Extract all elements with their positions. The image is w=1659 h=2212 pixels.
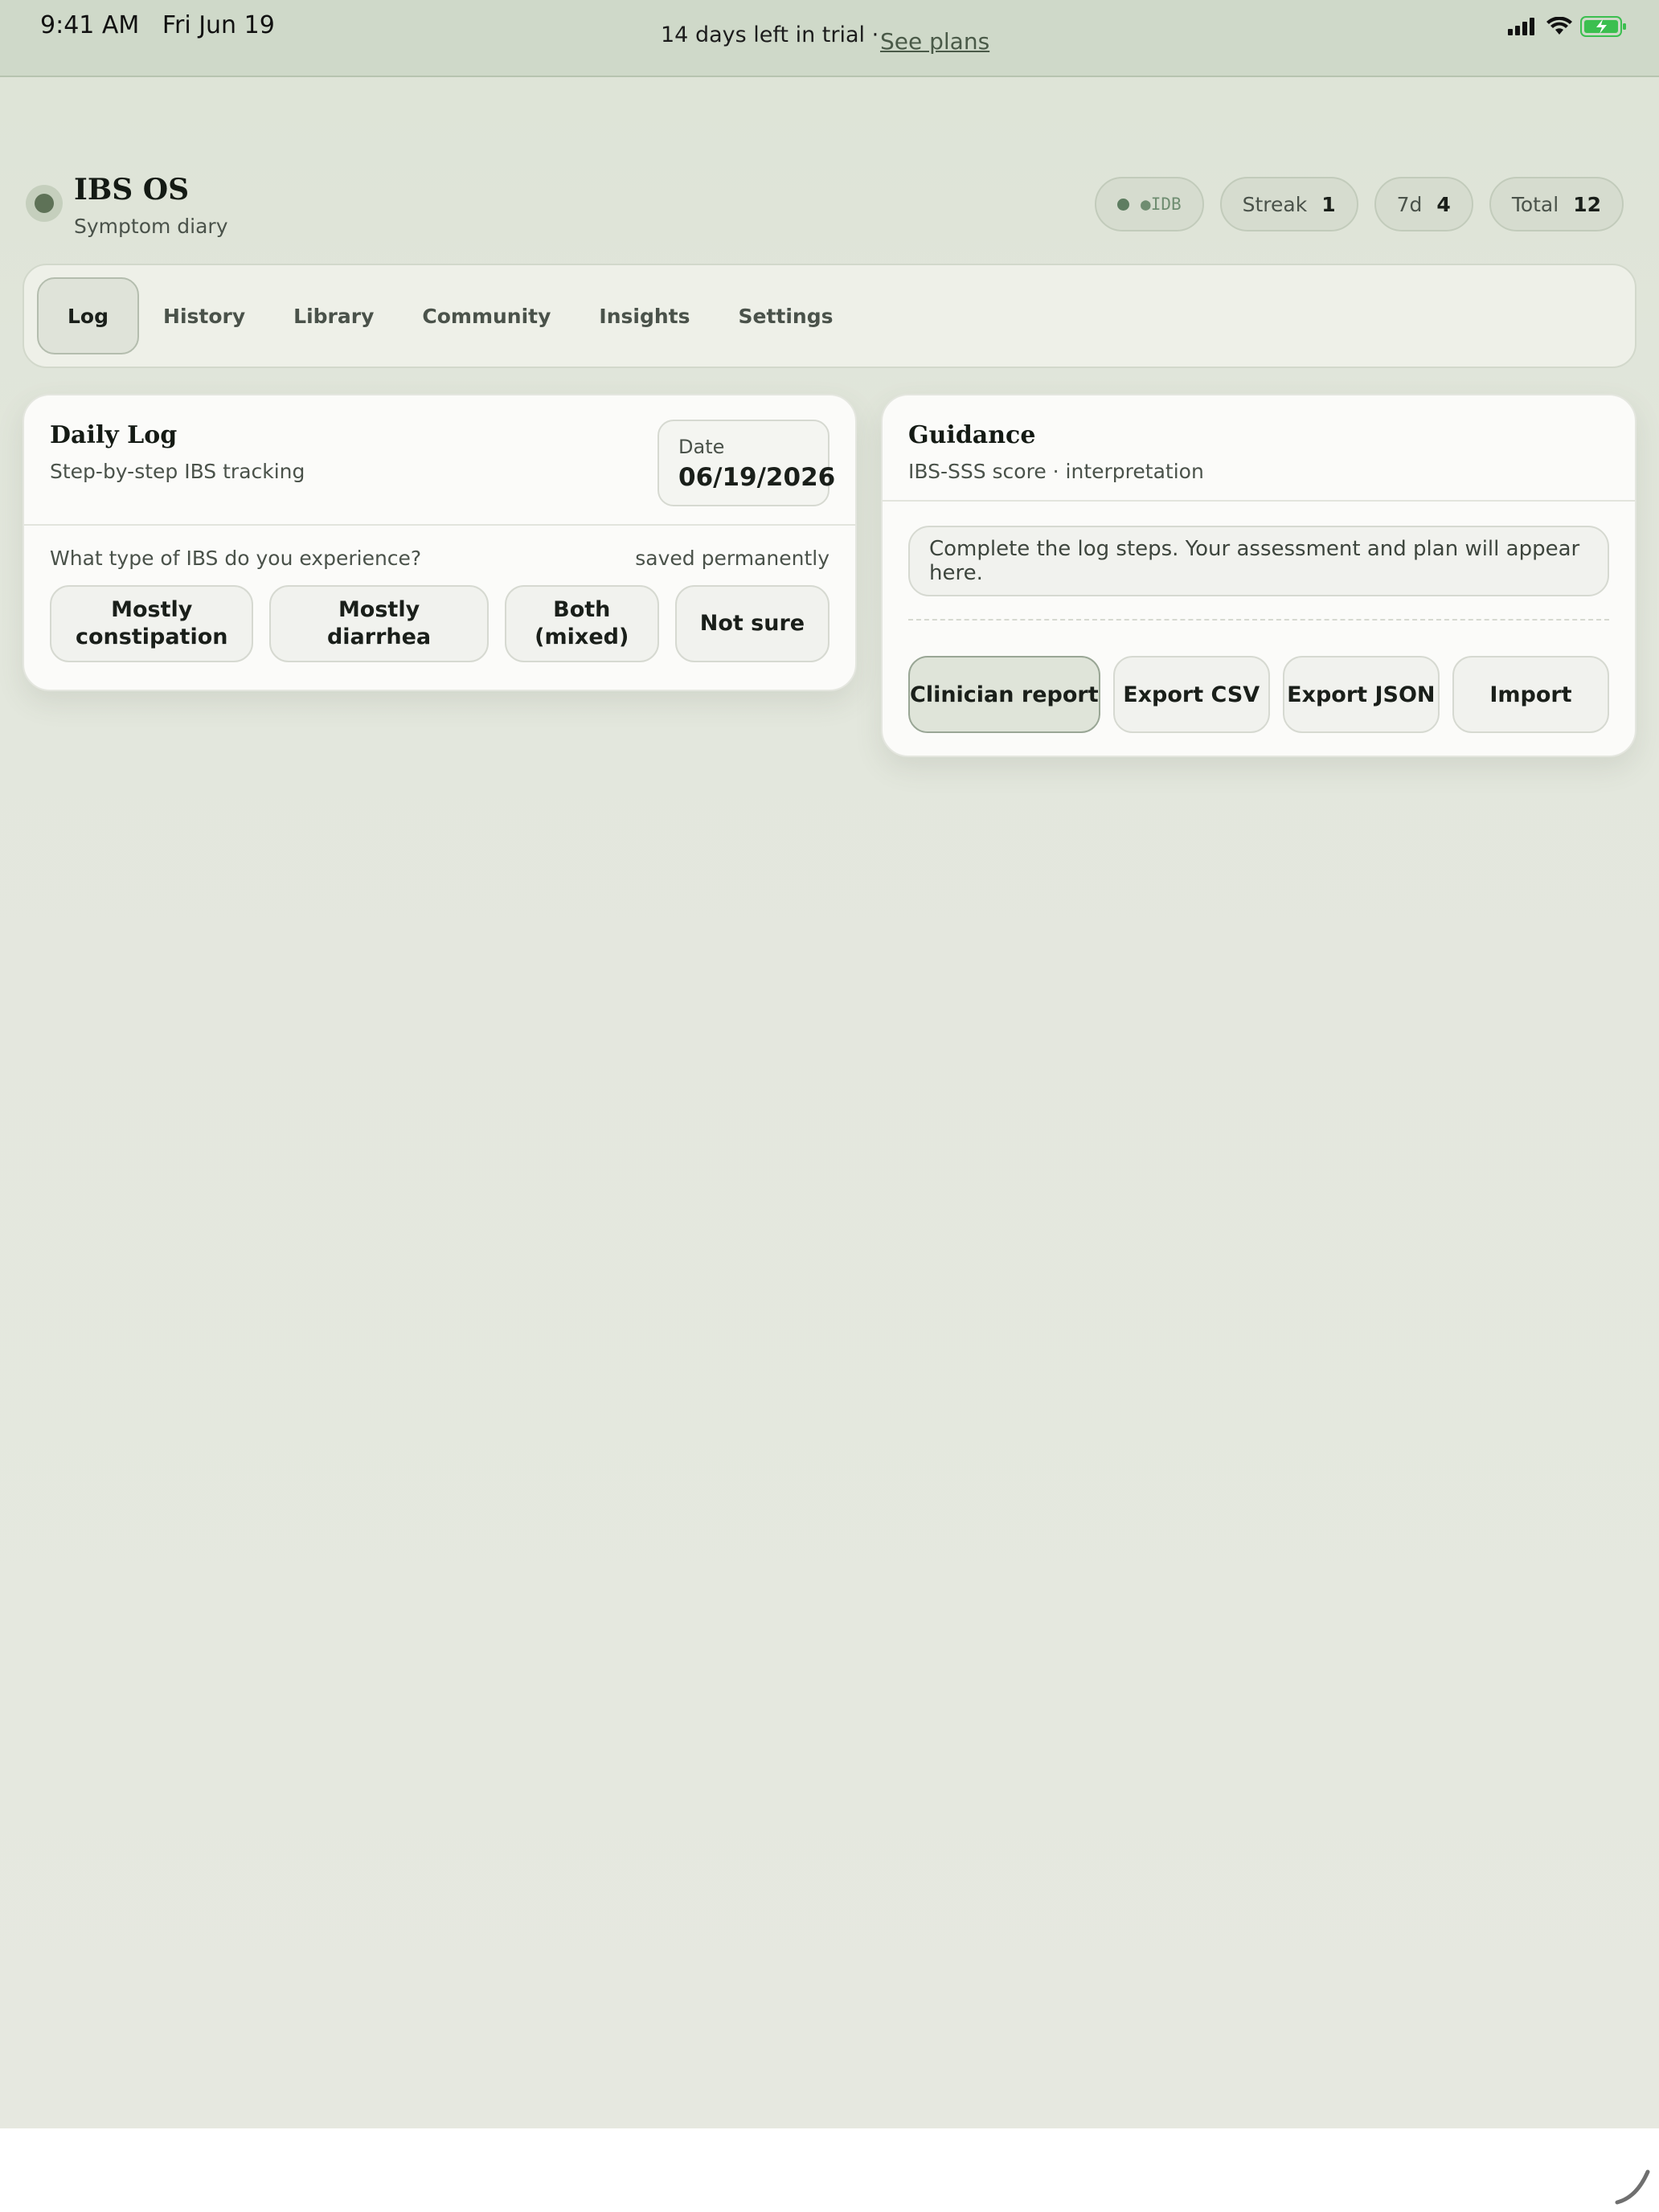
tab-history[interactable]: History	[139, 277, 269, 354]
guidance-title: Guidance	[908, 421, 1036, 449]
stats-chips: ●IDB Streak 1 7d 4 Total 12	[1095, 177, 1624, 231]
question-row: What type of IBS do you experience? save…	[50, 547, 830, 570]
import-button[interactable]: Import	[1452, 656, 1610, 733]
export-csv-button[interactable]: Export CSV	[1112, 656, 1270, 733]
daily-log-subtitle: Step-by-step IBS tracking	[50, 460, 305, 483]
daily-log-card: Daily Log Step-by-step IBS tracking Date…	[23, 394, 857, 691]
guidance-message: Complete the log steps. Your assessment …	[908, 526, 1609, 596]
tab-log[interactable]: Log	[37, 277, 140, 354]
total-value: 12	[1573, 192, 1601, 216]
date: Fri Jun 19	[162, 11, 275, 39]
clinician-report-button[interactable]: Clinician report	[908, 656, 1100, 733]
tab-community[interactable]: Community	[398, 277, 575, 354]
option-mixed[interactable]: Both (mixed)	[504, 585, 659, 662]
ibs-type-options: Mostly constipation Mostly diarrhea Both…	[50, 585, 830, 662]
week-chip: 7d 4	[1374, 177, 1473, 231]
daily-log-title: Daily Log	[50, 421, 178, 449]
dashed-divider	[908, 619, 1609, 621]
date-picker[interactable]: Date 06/19/2026	[657, 420, 836, 506]
resize-handle-icon[interactable]	[1612, 2165, 1653, 2206]
signal-icon	[1508, 18, 1534, 35]
total-label: Total	[1511, 192, 1559, 216]
trial-text: 14 days left in trial ·	[661, 23, 879, 47]
app-title: IBS OS	[74, 173, 190, 207]
status-dot-icon	[1117, 198, 1130, 211]
saved-note: saved permanently	[635, 547, 830, 570]
option-diarrhea[interactable]: Mostly diarrhea	[269, 585, 489, 662]
guidance-card: Guidance IBS-SSS score · interpretation …	[881, 394, 1636, 757]
question-text: What type of IBS do you experience?	[50, 547, 422, 570]
week-label: 7d	[1396, 192, 1423, 216]
app-subtitle: Symptom diary	[74, 215, 228, 238]
streak-chip: Streak 1	[1219, 177, 1358, 231]
status-bar: 9:41 AM Fri Jun 19 14 days left in trial…	[0, 0, 1659, 77]
status-icons	[1508, 14, 1627, 39]
storage-chip: ●IDB	[1095, 177, 1204, 231]
guidance-actions: Clinician report Export CSV Export JSON …	[908, 656, 1610, 733]
time: 9:41 AM	[40, 11, 140, 39]
card-divider	[883, 500, 1635, 502]
streak-label: Streak	[1242, 192, 1308, 216]
week-value: 4	[1436, 192, 1451, 216]
streak-value: 1	[1321, 192, 1336, 216]
storage-label: ●IDB	[1141, 195, 1182, 214]
bottom-panel	[0, 2128, 1659, 2212]
tab-insights[interactable]: Insights	[575, 277, 714, 354]
export-json-button[interactable]: Export JSON	[1282, 656, 1440, 733]
see-plans-link[interactable]: See plans	[880, 28, 989, 55]
date-label: Date	[678, 436, 725, 458]
card-divider	[24, 524, 855, 526]
tab-bar: Log History Library Community Insights S…	[23, 264, 1636, 368]
brand-logo	[26, 185, 63, 222]
battery-charging-icon	[1580, 16, 1626, 37]
date-value: 06/19/2026	[678, 463, 836, 492]
tab-library[interactable]: Library	[269, 277, 398, 354]
total-chip: Total 12	[1489, 177, 1624, 231]
tab-settings[interactable]: Settings	[715, 277, 858, 354]
option-not-sure[interactable]: Not sure	[674, 585, 830, 662]
option-constipation[interactable]: Mostly constipation	[50, 585, 254, 662]
wifi-icon	[1546, 17, 1572, 35]
status-time: 9:41 AM Fri Jun 19	[40, 11, 275, 39]
guidance-subtitle: IBS-SSS score · interpretation	[908, 460, 1204, 483]
